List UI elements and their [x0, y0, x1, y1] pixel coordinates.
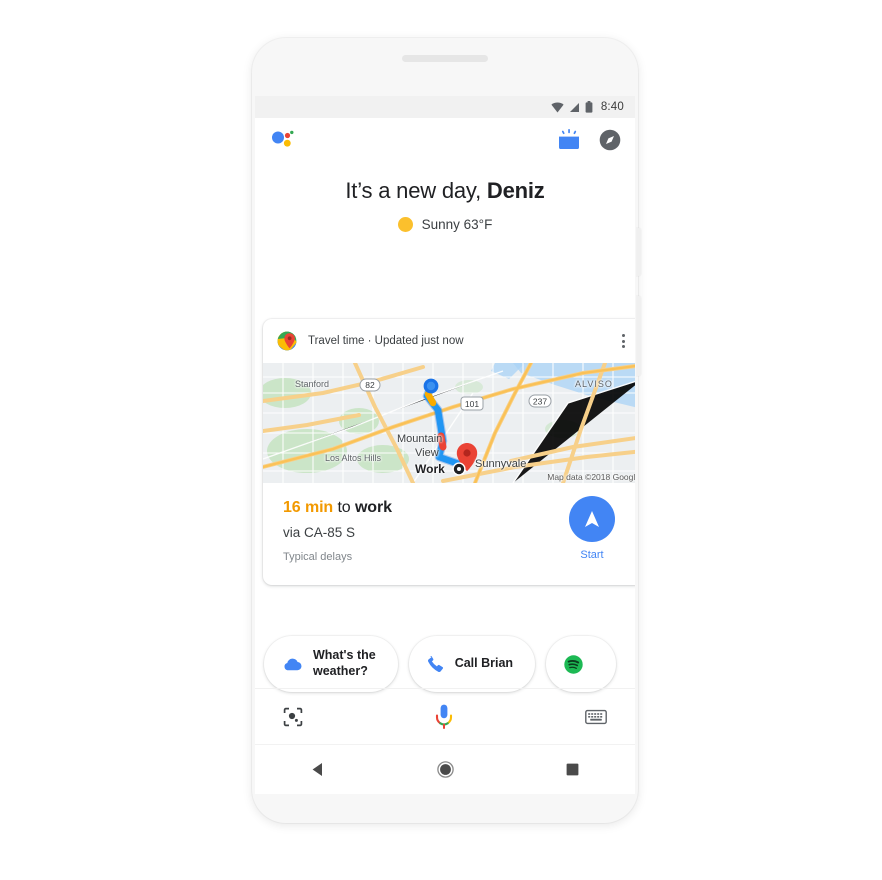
svg-text:237: 237: [533, 397, 547, 407]
google-lens-icon[interactable]: [283, 707, 303, 727]
volume-rocker-button[interactable]: [637, 296, 641, 376]
signal-icon: [569, 102, 580, 113]
eta-destination: work: [354, 499, 392, 516]
snapshot-inbox-icon[interactable]: [557, 129, 581, 151]
google-maps-icon: [277, 331, 297, 351]
google-assistant-logo[interactable]: [271, 129, 297, 151]
navigation-arrow-icon[interactable]: [569, 496, 615, 542]
card-details: 16 min to work via CA-85 S Typical delay…: [263, 483, 635, 585]
app-bar: [255, 118, 635, 162]
greeting-prefix: It’s a new day,: [345, 178, 487, 203]
chip-label: What's the weather?: [313, 648, 376, 678]
power-button[interactable]: [637, 228, 641, 276]
explore-compass-icon[interactable]: [599, 129, 621, 151]
more-vertical-icon[interactable]: [615, 334, 631, 348]
home-circle-icon[interactable]: [437, 761, 455, 778]
svg-text:101: 101: [465, 399, 479, 409]
map-label-work: Work: [415, 462, 445, 476]
map-label-sunnyvale: Sunnyvale: [475, 458, 527, 470]
svg-text:82: 82: [365, 380, 375, 390]
start-navigation[interactable]: Start: [569, 496, 615, 561]
android-navigation-bar: [255, 744, 635, 794]
map-label-stanford: Stanford: [295, 379, 330, 389]
spotify-icon: [564, 654, 583, 674]
chip-call-brian[interactable]: Call Brian: [408, 636, 536, 692]
screenshot-canvas: 8:40 It’s a new day, Deniz Sunny 63°F Tr…: [0, 0, 882, 880]
status-bar: 8:40: [255, 96, 635, 118]
route-map[interactable]: 82 101 237 Stanford ALVISO Mountain View…: [263, 363, 635, 483]
earpiece-speaker: [402, 55, 488, 62]
cloud-icon: [282, 657, 302, 671]
chip-whats-the-weather[interactable]: What's the weather?: [264, 636, 398, 692]
chip-spotify[interactable]: [546, 636, 617, 692]
weather-row[interactable]: Sunny 63°F: [255, 217, 635, 232]
status-clock: 8:40: [600, 101, 624, 113]
eta-duration: 16 min: [283, 499, 334, 516]
map-label-view: View: [415, 447, 439, 459]
map-label-los-altos-hills: Los Altos Hills: [325, 453, 382, 463]
card-title: Travel time · Updated just now: [308, 335, 464, 347]
map-attribution: Map data ©2018 Google: [547, 472, 635, 482]
eta-connector: to: [333, 499, 355, 516]
card-header: Travel time · Updated just now: [263, 319, 635, 363]
greeting-heading: It’s a new day, Deniz: [255, 178, 635, 204]
start-label: Start: [580, 549, 604, 561]
map-label-mountain: Mountain: [397, 433, 443, 445]
greeting-user-name: Deniz: [486, 178, 545, 203]
sun-icon: [397, 217, 413, 232]
weather-text: Sunny 63°F: [421, 217, 493, 232]
phone-icon: [427, 655, 444, 673]
keyboard-icon[interactable]: [585, 709, 607, 725]
back-triangle-icon[interactable]: [311, 762, 326, 777]
wifi-icon: [551, 102, 564, 113]
chip-label: Call Brian: [454, 656, 514, 671]
travel-time-card[interactable]: Travel time · Updated just now 82 101 23…: [263, 319, 635, 585]
recents-square-icon[interactable]: [566, 763, 579, 776]
phone-device-frame: 8:40 It’s a new day, Deniz Sunny 63°F Tr…: [252, 38, 641, 823]
google-mic-icon[interactable]: [434, 704, 454, 730]
phone-screen: 8:40 It’s a new day, Deniz Sunny 63°F Tr…: [255, 96, 635, 794]
assistant-input-bar: [255, 688, 635, 744]
map-label-alviso: ALVISO: [575, 379, 613, 389]
battery-icon: [585, 101, 593, 113]
